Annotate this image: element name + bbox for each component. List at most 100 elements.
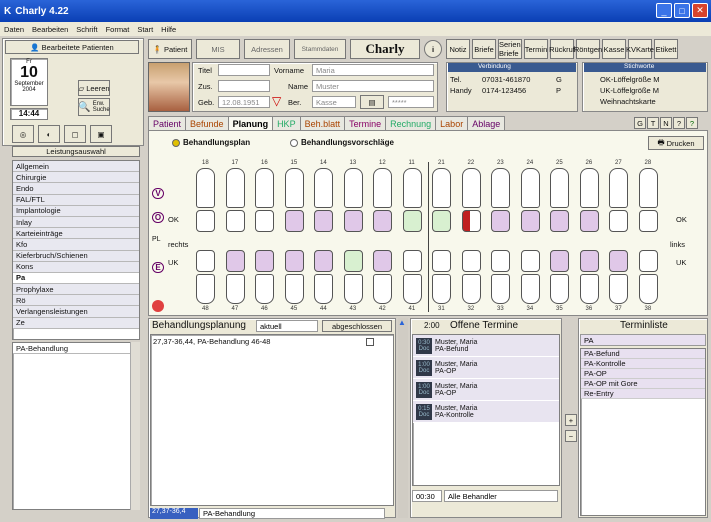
- close-button[interactable]: ✕: [692, 3, 708, 18]
- category-item[interactable]: Endo: [13, 183, 139, 195]
- kvkarte-icon[interactable]: KVKarte: [626, 39, 654, 59]
- lower-tooth[interactable]: [432, 274, 451, 304]
- tab-labor[interactable]: Labor: [435, 116, 469, 130]
- lower-crown[interactable]: [432, 250, 451, 272]
- option-behandlungsplan[interactable]: Behandlungsplan: [172, 138, 250, 147]
- bottom-time-field[interactable]: 00:30: [412, 490, 442, 502]
- stichwort-item[interactable]: OK-Löffelgröße M: [600, 75, 659, 84]
- sub-list-scrollbar[interactable]: [130, 342, 140, 510]
- calendar-date[interactable]: Fr 10 September 2004: [10, 58, 48, 106]
- lower-crown[interactable]: [550, 250, 569, 272]
- etikett-icon[interactable]: Etikett: [654, 39, 678, 59]
- terminliste-item[interactable]: PA-OP mit Gore: [581, 379, 705, 389]
- maximize-button[interactable]: □: [674, 3, 690, 18]
- category-item[interactable]: Ze: [13, 317, 139, 329]
- rating-field[interactable]: *****: [388, 96, 434, 108]
- upper-crown[interactable]: [402, 210, 422, 232]
- bottom-text-field[interactable]: PA-Behandlung: [199, 508, 385, 519]
- category-item[interactable]: Chirurgie: [13, 172, 139, 184]
- menu-schrift[interactable]: Schrift: [76, 25, 97, 34]
- side-pl[interactable]: PL: [152, 236, 161, 243]
- upper-crown[interactable]: [550, 210, 569, 232]
- abgeschlossen-button[interactable]: abgeschlossen: [322, 320, 392, 332]
- lower-tooth[interactable]: [520, 274, 540, 304]
- lower-crown[interactable]: [225, 250, 245, 272]
- tab-patient[interactable]: Patient: [148, 116, 187, 130]
- side-v[interactable]: V: [152, 188, 164, 199]
- termin-item[interactable]: 1:00 Doc Muster, Maria PA-OP: [413, 379, 559, 401]
- lower-crown[interactable]: [373, 250, 392, 272]
- termin-item[interactable]: 0:30 Doc Muster, Maria PA-Befund: [413, 335, 559, 357]
- geb-field[interactable]: 12.08.1951: [218, 96, 270, 108]
- upper-tooth[interactable]: [491, 168, 510, 208]
- termin-item[interactable]: 1:00 Doc Muster, Maria PA-OP: [413, 357, 559, 379]
- lower-tooth[interactable]: [196, 274, 215, 304]
- lower-tooth[interactable]: [225, 274, 245, 304]
- tab-rechnung[interactable]: Rechnung: [385, 116, 437, 130]
- zus-field[interactable]: [218, 80, 270, 92]
- lower-tooth[interactable]: [402, 274, 422, 304]
- bottom-code[interactable]: 27,37-36,4: [150, 508, 198, 519]
- menu-start[interactable]: Start: [137, 25, 153, 34]
- lower-crown[interactable]: [196, 250, 215, 272]
- category-item[interactable]: Kons: [13, 261, 139, 273]
- upper-crown[interactable]: [461, 210, 481, 232]
- upper-tooth[interactable]: [609, 168, 628, 208]
- menu-daten[interactable]: Daten: [4, 25, 24, 34]
- adressen-button[interactable]: Adressen: [244, 39, 290, 59]
- bearbeitete-patienten-button[interactable]: 👤 Bearbeitete Patienten: [5, 40, 139, 54]
- lower-tooth[interactable]: [461, 274, 481, 304]
- upper-tooth[interactable]: [255, 168, 274, 208]
- info-icon[interactable]: i: [424, 40, 442, 58]
- lower-tooth[interactable]: [609, 274, 628, 304]
- serienbriefe-icon[interactable]: Serien Briefe: [498, 39, 522, 59]
- kasse-field[interactable]: Kasse: [312, 96, 356, 108]
- lower-crown[interactable]: [579, 250, 599, 272]
- side-o[interactable]: O: [152, 212, 164, 223]
- delete-icon[interactable]: [152, 300, 164, 312]
- lower-crown[interactable]: [638, 250, 658, 272]
- upper-crown[interactable]: [314, 210, 333, 232]
- upper-crown[interactable]: [609, 210, 628, 232]
- name-field[interactable]: Muster: [312, 80, 434, 92]
- tab-behblatt[interactable]: Beh.blatt: [299, 116, 346, 130]
- planung-entry[interactable]: 27,37-36,44, PA-Behandlung 46-48: [153, 337, 303, 346]
- roentgen-icon[interactable]: Röntgen: [574, 39, 602, 59]
- upper-crown[interactable]: [432, 210, 451, 232]
- leistungsauswahl-button[interactable]: Leistungsauswahl: [12, 146, 140, 157]
- lower-crown[interactable]: [284, 250, 304, 272]
- notiz-icon[interactable]: Notiz: [446, 39, 470, 59]
- upper-crown[interactable]: [520, 210, 540, 232]
- erw-suche-button[interactable]: 🔍 Erw. Suche: [78, 98, 110, 116]
- category-item[interactable]: Prophylaxe: [13, 284, 139, 296]
- category-item[interactable]: Rö: [13, 295, 139, 307]
- lower-tooth[interactable]: [638, 274, 658, 304]
- tab-button-help[interactable]: ?: [673, 117, 685, 129]
- upper-crown[interactable]: [579, 210, 599, 232]
- menu-format[interactable]: Format: [106, 25, 130, 34]
- splitter[interactable]: ▲: [398, 318, 408, 518]
- upper-tooth[interactable]: [284, 168, 304, 208]
- upper-tooth[interactable]: [638, 168, 658, 208]
- tab-ablage[interactable]: Ablage: [467, 116, 506, 130]
- tab-termine[interactable]: Termine: [344, 116, 387, 130]
- move-up-button[interactable]: +: [565, 414, 577, 426]
- upper-tooth[interactable]: [579, 168, 599, 208]
- category-item[interactable]: Implantologie: [13, 205, 139, 217]
- lower-tooth[interactable]: [284, 274, 304, 304]
- upper-crown[interactable]: [284, 210, 304, 232]
- category-item[interactable]: Inlay: [13, 216, 139, 229]
- terminliste-dropdown[interactable]: PA: [580, 334, 706, 346]
- category-item[interactable]: Kieferbruch/Schienen: [13, 250, 139, 262]
- lower-tooth[interactable]: [255, 274, 274, 304]
- drucken-button[interactable]: 🖶 Drucken: [648, 136, 704, 150]
- upper-crown[interactable]: [225, 210, 245, 232]
- bridge-icon[interactable]: ▣: [90, 125, 112, 143]
- upper-tooth[interactable]: [373, 168, 392, 208]
- category-item[interactable]: Verlangensleistungen: [13, 306, 139, 318]
- upper-tooth[interactable]: [461, 168, 481, 208]
- category-item[interactable]: FAL/FTL: [13, 194, 139, 206]
- terminliste-item[interactable]: Re-Entry: [581, 389, 705, 399]
- lower-crown[interactable]: [402, 250, 422, 272]
- sub-item[interactable]: PA-Behandlung: [13, 343, 139, 355]
